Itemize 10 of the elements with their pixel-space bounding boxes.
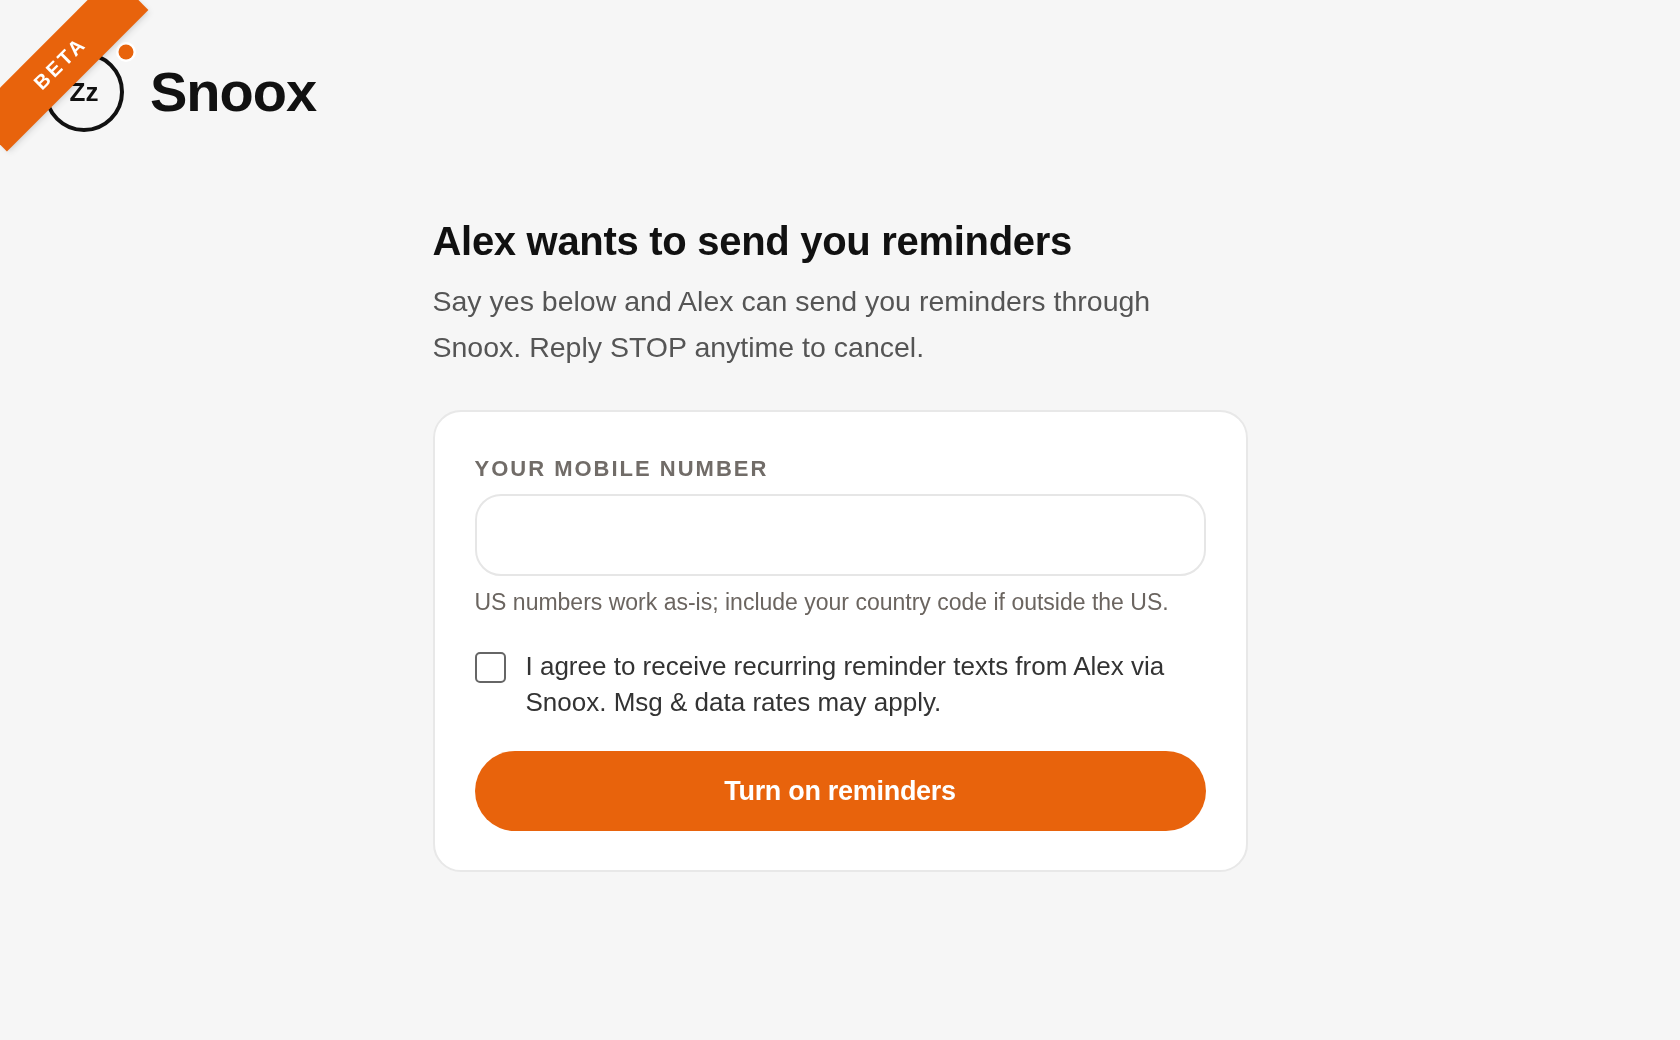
consent-checkbox[interactable] bbox=[474, 652, 506, 683]
dot-icon bbox=[116, 42, 136, 62]
phone-input-field[interactable] bbox=[474, 494, 1206, 576]
consent-text: I agree to receive recurring reminder texts from Alex via Snoox. Msg & data rates may apply. bbox=[525, 650, 1166, 719]
hint-text: US numbers work as-is; include your country code if outside the US. bbox=[474, 588, 1170, 616]
page-heading: Alex wants to send you reminders bbox=[432, 218, 1073, 264]
intro-text: Say yes below and Alex can send you reminders through Snoox. Reply STOP anytime to cancel. bbox=[432, 284, 1152, 365]
logo-wordmark: Snoox bbox=[150, 64, 317, 120]
field-label: YOUR MOBILE NUMBER bbox=[474, 456, 770, 482]
turn-on-reminders-button[interactable]: Turn on reminders bbox=[474, 751, 1206, 831]
